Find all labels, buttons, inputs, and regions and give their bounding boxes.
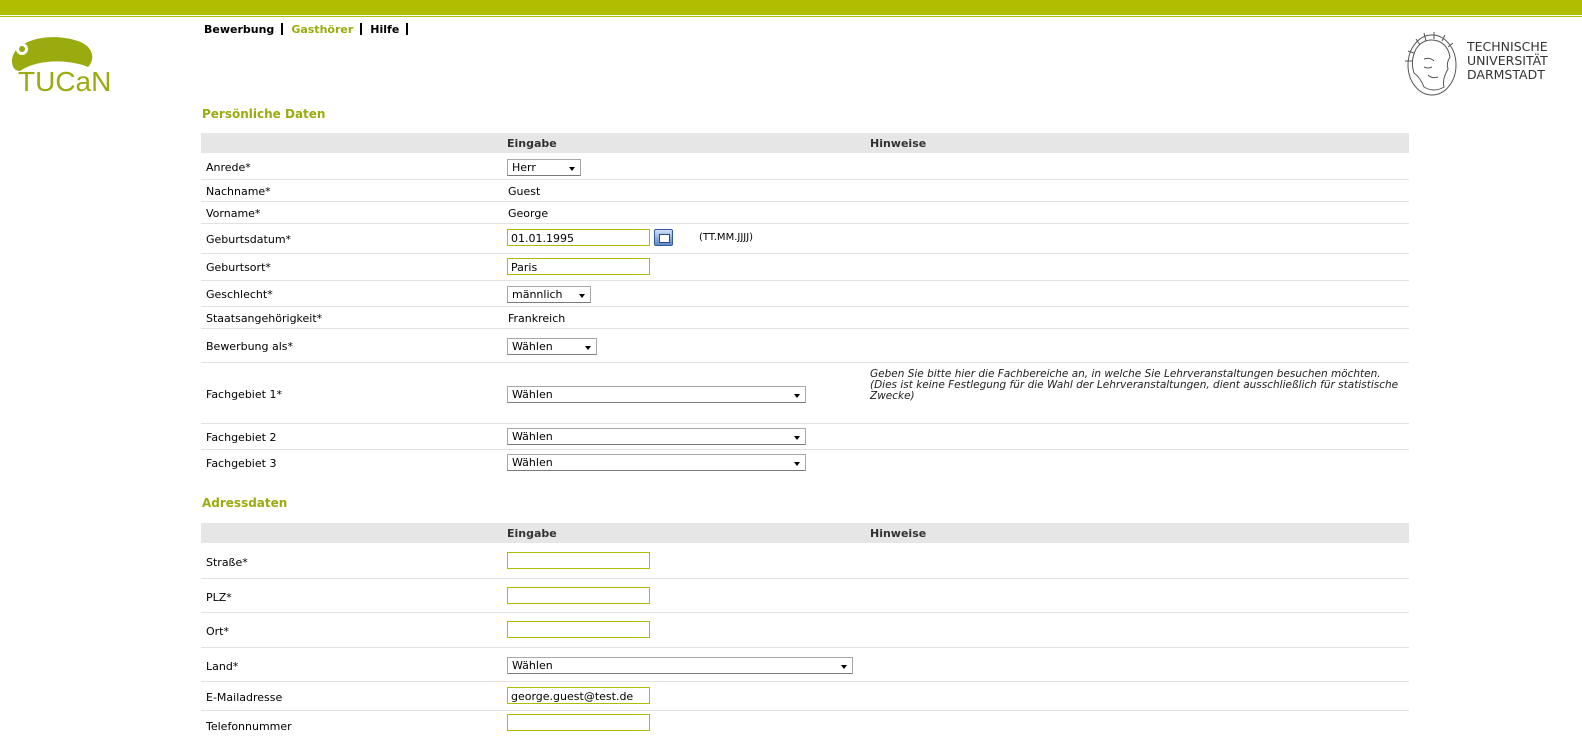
chevron-down-icon xyxy=(794,394,800,398)
chevron-down-icon xyxy=(841,665,847,669)
chevron-down-icon xyxy=(569,167,575,171)
geschlecht-select[interactable]: männlich xyxy=(507,286,591,303)
chevron-down-icon xyxy=(794,462,800,466)
col-header-input: Eingabe xyxy=(507,137,557,150)
label-strasse: Straße* xyxy=(206,556,248,569)
label-land: Land* xyxy=(206,660,239,673)
top-nav: Bewerbung Gasthörer Hilfe xyxy=(204,23,416,36)
label-nachname: Nachname* xyxy=(206,185,271,198)
tucan-logo-text: TUCaN xyxy=(18,66,112,97)
nav-gasthoerer[interactable]: Gasthörer xyxy=(291,23,353,36)
geburtsort-input[interactable]: Paris xyxy=(507,258,650,275)
date-format-hint: (TT.MM.JJJJ) xyxy=(699,232,754,243)
fachgebiet-2-select[interactable]: Wählen xyxy=(507,428,806,445)
row-email: E-Mailadresse george.guest@test.de xyxy=(201,682,1409,711)
col-header-hint: Hinweise xyxy=(870,527,927,540)
row-staatsangehoerigkeit: Staatsangehörigkeit* Frankreich xyxy=(201,307,1409,329)
row-anrede: Anrede* Herr xyxy=(201,154,1409,180)
row-geburtsdatum: Geburtsdatum* 01.01.1995 (TT.MM.JJJJ) xyxy=(201,224,1409,254)
address-table-header: Eingabe Hinweise xyxy=(201,523,1409,543)
label-fachgebiet-1: Fachgebiet 1* xyxy=(206,388,282,401)
plz-input[interactable] xyxy=(507,587,650,604)
row-strasse: Straße* xyxy=(201,544,1409,579)
anrede-select[interactable]: Herr xyxy=(507,159,581,176)
bewerbung-als-select[interactable]: Wählen xyxy=(507,338,597,355)
label-anrede: Anrede* xyxy=(206,161,251,174)
row-fachgebiet-2: Fachgebiet 2 Wählen xyxy=(201,424,1409,450)
top-accent-bar xyxy=(0,0,1582,15)
row-nachname: Nachname* Guest xyxy=(201,180,1409,202)
label-plz: PLZ* xyxy=(206,591,232,604)
chevron-down-icon xyxy=(579,294,585,298)
email-input[interactable]: george.guest@test.de xyxy=(507,687,650,704)
row-geschlecht: Geschlecht* männlich xyxy=(201,281,1409,307)
label-geschlecht: Geschlecht* xyxy=(206,288,273,301)
value-vorname: George xyxy=(508,207,549,220)
strasse-input[interactable] xyxy=(507,552,650,569)
nav-hilfe[interactable]: Hilfe xyxy=(370,23,399,36)
label-ort: Ort* xyxy=(206,625,229,638)
label-fachgebiet-2: Fachgebiet 2 xyxy=(206,431,277,444)
value-staatsangehoerigkeit: Frankreich xyxy=(508,312,566,325)
row-fachgebiet-3: Fachgebiet 3 Wählen xyxy=(201,450,1409,474)
row-plz: PLZ* xyxy=(201,579,1409,613)
label-telefon: Telefonnummer xyxy=(206,720,292,733)
row-ort: Ort* xyxy=(201,613,1409,648)
fachgebiet-hint: Geben Sie bitte hier die Fachbereiche an… xyxy=(870,368,1399,402)
label-geburtsort: Geburtsort* xyxy=(206,261,271,274)
section-title-address: Adressdaten xyxy=(202,496,288,510)
tu-darmstadt-wordmark: TECHNISCHE UNIVERSITÄT DARMSTADT xyxy=(1467,39,1548,82)
label-vorname: Vorname* xyxy=(206,207,261,220)
label-fachgebiet-3: Fachgebiet 3 xyxy=(206,457,277,470)
top-accent-line xyxy=(0,16,1582,17)
land-select[interactable]: Wählen xyxy=(507,657,853,674)
nav-bewerbung[interactable]: Bewerbung xyxy=(204,23,274,36)
label-staatsangehoerigkeit: Staatsangehörigkeit* xyxy=(206,312,323,325)
row-geburtsort: Geburtsort* Paris xyxy=(201,254,1409,281)
calendar-icon[interactable] xyxy=(654,229,673,246)
telefon-input[interactable] xyxy=(507,714,650,731)
row-vorname: Vorname* George xyxy=(201,202,1409,224)
section-title-personal: Persönliche Daten xyxy=(202,107,326,121)
label-bewerbung-als: Bewerbung als* xyxy=(206,340,294,353)
row-land: Land* Wählen xyxy=(201,648,1409,682)
fachgebiet-1-select[interactable]: Wählen xyxy=(507,386,806,403)
col-header-hint: Hinweise xyxy=(870,137,927,150)
geburtsdatum-input[interactable]: 01.01.1995 xyxy=(507,229,650,246)
personal-table-header: Eingabe Hinweise xyxy=(201,133,1409,153)
value-nachname: Guest xyxy=(508,185,541,198)
chevron-down-icon xyxy=(585,346,591,350)
row-bewerbung-als: Bewerbung als* Wählen xyxy=(201,329,1409,363)
col-header-input: Eingabe xyxy=(507,527,557,540)
chevron-down-icon xyxy=(794,436,800,440)
row-fachgebiet-1: Fachgebiet 1* Wählen Geben Sie bitte hie… xyxy=(201,363,1409,424)
ort-input[interactable] xyxy=(507,621,650,638)
row-telefon: Telefonnummer xyxy=(201,711,1409,741)
label-email: E-Mailadresse xyxy=(206,691,283,704)
label-geburtsdatum: Geburtsdatum* xyxy=(206,233,292,246)
fachgebiet-3-select[interactable]: Wählen xyxy=(507,454,806,471)
